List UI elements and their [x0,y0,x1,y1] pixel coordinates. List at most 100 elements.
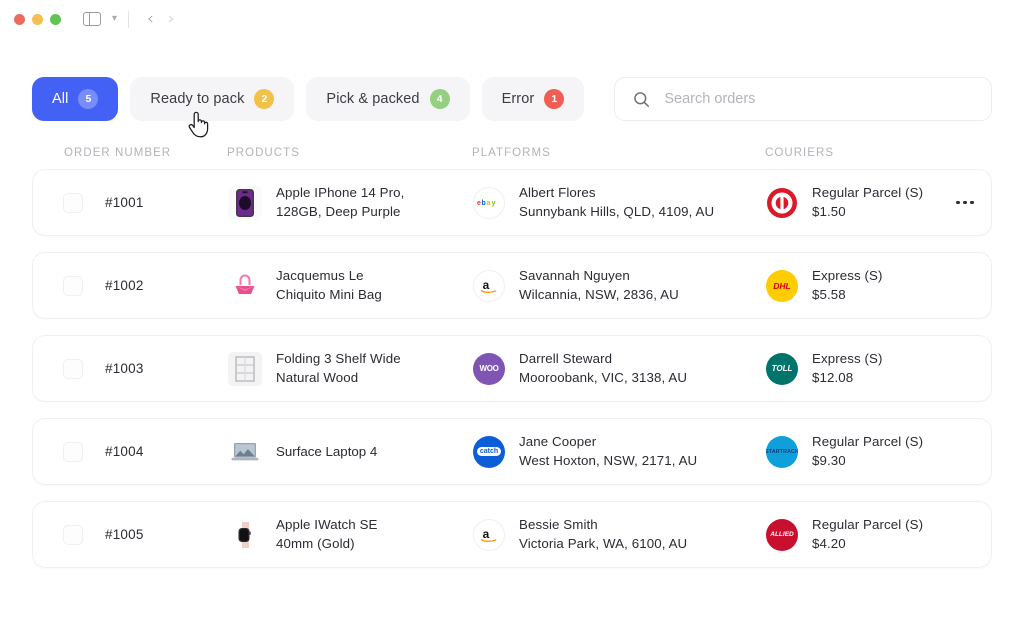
minimize-window-button[interactable] [32,14,43,25]
courier-service: Regular Parcel (S) [812,433,923,452]
more-options-icon[interactable] [939,201,991,205]
traffic-light-buttons [14,14,61,25]
cell-courier: ALLIEDRegular Parcel (S)$4.20 [766,516,939,554]
table-row[interactable]: #1001 Apple IPhone 14 Pro,128GB, Deep Pur… [32,169,992,236]
filter-chip-pick-packed[interactable]: Pick & packed 4 [306,77,469,121]
toolbar-divider [128,11,129,28]
filter-chip-label: All [52,91,68,107]
cell-platform: aBessie SmithVictoria Park, WA, 6100, AU [473,516,766,554]
table-row[interactable]: #1003 Folding 3 Shelf WideNatural WoodWOO… [32,335,992,402]
dhl-courier-logo: DHL [766,270,798,302]
chevron-down-icon[interactable]: ▾ [112,14,117,24]
cell-product: Surface Laptop 4 [228,435,473,469]
row-select-checkbox[interactable] [63,359,83,379]
customer-name: Albert Flores [519,184,714,203]
close-window-button[interactable] [14,14,25,25]
search-icon [633,91,650,108]
cell-order-number: #1002 [33,276,228,296]
filter-chip-all[interactable]: All 5 [32,77,118,121]
product-name-line2: Chiquito Mini Bag [276,286,382,305]
cell-platform: catchJane CooperWest Hoxton, NSW, 2171, … [473,433,766,471]
courier-service: Regular Parcel (S) [812,516,923,535]
column-header-products: PRODUCTS [227,147,472,159]
order-number-text: #1003 [105,361,144,376]
cell-platform: a Savannah NguyenWilcannia, NSW, 2836, AU [473,267,766,305]
svg-text:y: y [492,200,496,207]
surface-laptop-thumbnail [228,435,262,469]
svg-text:b: b [482,200,486,207]
amazon-platform-logo: a [473,270,505,302]
svg-text:e: e [477,200,481,207]
filter-chip-count-badge: 5 [78,89,98,109]
toll-courier-logo: TOLL [766,353,798,385]
column-header-order-number: ORDER NUMBER [32,147,227,159]
filter-chip-label: Pick & packed [326,91,419,107]
sidebar-toggle-icon[interactable] [83,12,101,26]
product-name-line1: Apple IWatch SE [276,516,378,535]
courier-cost: $12.08 [812,369,883,388]
courier-cost: $9.30 [812,452,923,471]
filter-chip-ready-to-pack[interactable]: Ready to pack 2 [130,77,294,121]
product-name-line1: Surface Laptop 4 [276,444,377,459]
customer-address: Mooroobank, VIC, 3138, AU [519,369,687,388]
row-select-checkbox[interactable] [63,442,83,462]
column-header-actions [940,147,992,159]
order-number-text: #1004 [105,444,144,459]
filter-chip-count-badge: 2 [254,89,274,109]
filter-chip-error[interactable]: Error1 [482,77,585,121]
row-select-checkbox[interactable] [63,276,83,296]
courier-service: Express (S) [812,350,883,369]
cell-platform: ebay Albert FloresSunnybank Hills, QLD, 4… [473,184,766,222]
column-header-couriers: COURIERS [765,147,940,159]
customer-address: Wilcannia, NSW, 2836, AU [519,286,679,305]
folding-shelf-thumbnail [228,352,262,386]
zoom-window-button[interactable] [50,14,61,25]
svg-text:a: a [487,200,491,207]
filter-chip-label: Ready to pack [150,91,244,107]
column-header-platforms: PLATFORMS [472,147,765,159]
filter-chip-count-badge: 4 [430,89,450,109]
row-select-checkbox[interactable] [63,525,83,545]
customer-name: Jane Cooper [519,433,697,452]
product-name-line1: Apple IPhone 14 Pro, [276,184,404,203]
cell-order-number: #1005 [33,525,228,545]
order-number-text: #1001 [105,195,144,210]
iphone-14-pro-deep-purple-thumbnail [228,186,262,220]
table-row[interactable]: #1005 Apple IWatch SE40mm (Gold)a Bessie S… [32,501,992,568]
cell-courier: DHLExpress (S)$5.58 [766,267,939,305]
courier-service: Regular Parcel (S) [812,184,923,203]
customer-address: Sunnybank Hills, QLD, 4109, AU [519,203,714,222]
amazon-platform-logo: a [473,519,505,551]
cell-courier: STARTRACKRegular Parcel (S)$9.30 [766,433,939,471]
filter-chip-count-badge: 1 [544,89,564,109]
forward-button[interactable]: › [161,11,182,28]
cell-order-number: #1003 [33,359,228,379]
cell-product: Folding 3 Shelf WideNatural Wood [228,350,473,388]
table-header: ORDER NUMBER PRODUCTS PLATFORMS COURIERS [0,147,1024,159]
cell-product: Apple IPhone 14 Pro,128GB, Deep Purple [228,184,473,222]
back-button[interactable]: ‹ [140,11,161,28]
cell-courier: Regular Parcel (S)$1.50 [766,184,939,222]
cell-courier: TOLL Express (S)$12.08 [766,350,939,388]
customer-name: Savannah Nguyen [519,267,679,286]
cell-order-number: #1004 [33,442,228,462]
order-number-text: #1002 [105,278,144,293]
product-name-line1: Jacquemus Le [276,267,382,286]
search-orders-field[interactable] [614,77,992,121]
courier-cost: $4.20 [812,535,923,554]
cell-platform: WOO Darrell StewardMooroobank, VIC, 3138,… [473,350,766,388]
courier-cost: $1.50 [812,203,923,222]
table-row[interactable]: #1002 Jacquemus LeChiquito Mini Bag a Savan… [32,252,992,319]
cell-product: Apple IWatch SE40mm (Gold) [228,516,473,554]
woocommerce-platform-logo: WOO [473,353,505,385]
catch-platform-logo: catch [473,436,505,468]
apple-watch-se-gold-thumbnail [228,518,262,552]
customer-name: Darrell Steward [519,350,687,369]
australia-post-courier-logo [766,187,798,219]
pink-mini-bag-thumbnail [228,269,262,303]
customer-name: Bessie Smith [519,516,687,535]
table-row[interactable]: #1004Surface Laptop 4catchJane CooperWes… [32,418,992,485]
order-number-text: #1005 [105,527,144,542]
search-input[interactable] [662,90,973,108]
row-select-checkbox[interactable] [63,193,83,213]
